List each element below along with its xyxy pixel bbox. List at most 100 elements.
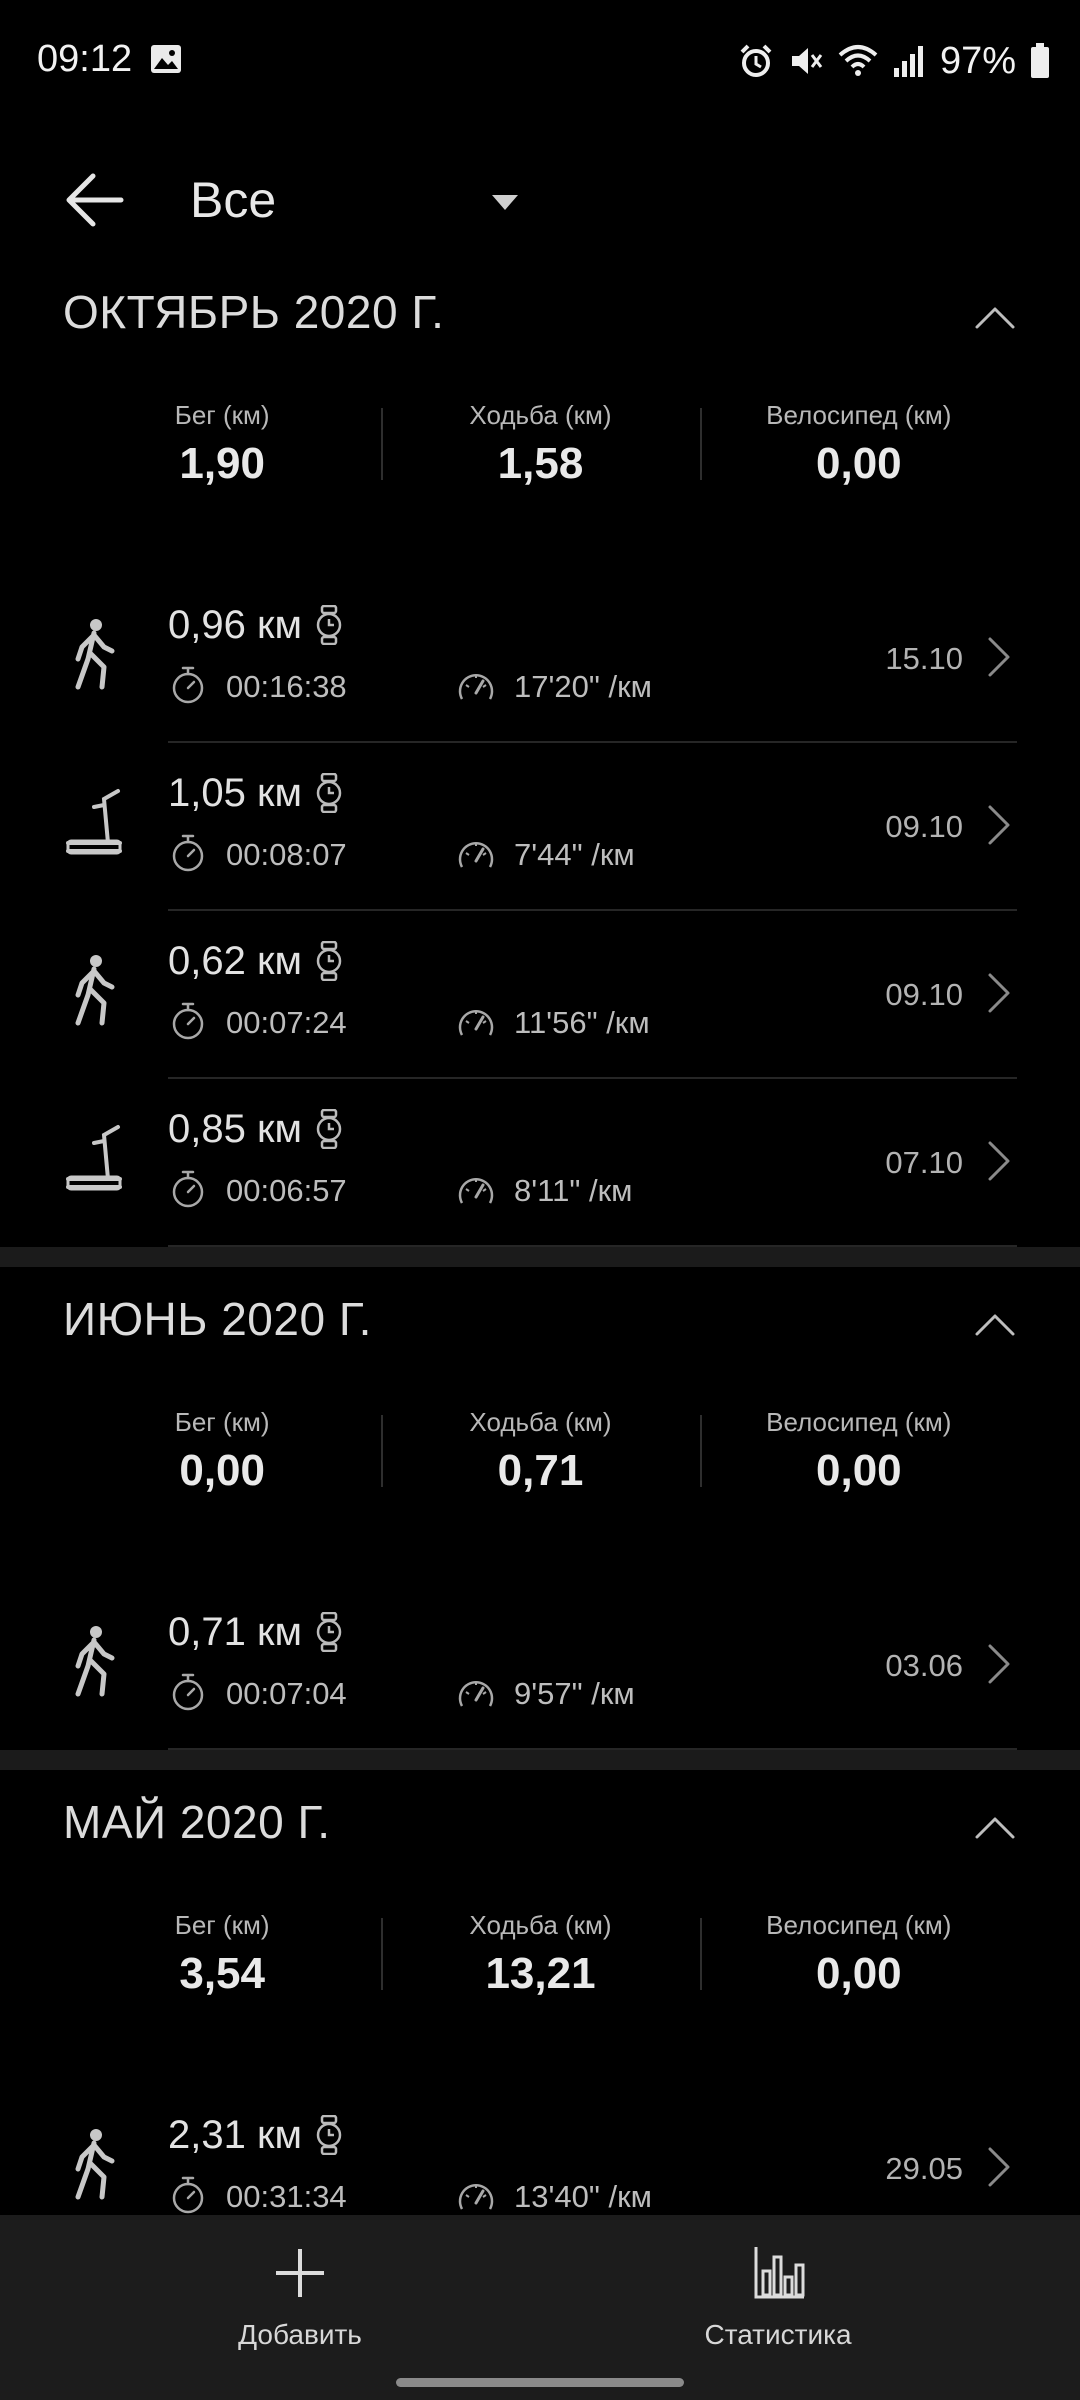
workout-date: 09.10 bbox=[885, 809, 963, 844]
summary-value: 1,90 bbox=[179, 439, 265, 488]
summary-value: 3,54 bbox=[179, 1949, 265, 1998]
workout-duration: 00:06:57 bbox=[226, 1173, 347, 1208]
workout-distance: 0,71 км bbox=[168, 1610, 302, 1654]
summary-label: Велосипед (км) bbox=[766, 1407, 952, 1437]
watch-icon bbox=[314, 940, 344, 982]
chevron-up-icon bbox=[973, 305, 1017, 336]
workout-row[interactable]: 0,62 км 00:07:24 11'56" /км 09.10 bbox=[0, 911, 1080, 1079]
summary-label: Ходьба (км) bbox=[469, 400, 612, 430]
collapse-button[interactable] bbox=[950, 1790, 1040, 1870]
workout-row[interactable]: 0,71 км 00:07:04 9'57" /км 03.06 bbox=[0, 1582, 1080, 1750]
workout-pace: 17'20" /км bbox=[514, 669, 652, 704]
summary-cell: Бег (км) 0,00 bbox=[63, 1407, 381, 1582]
stopwatch-icon bbox=[170, 1169, 206, 1209]
workout-row[interactable]: 1,05 км 00:08:07 7'44" /км 09.10 bbox=[0, 743, 1080, 911]
workout-date: 07.10 bbox=[885, 1145, 963, 1180]
walking-icon bbox=[64, 2127, 124, 2203]
summary-cell: Ходьба (км) 1,58 bbox=[381, 400, 699, 575]
statistics-button[interactable]: Статистика bbox=[508, 2215, 1048, 2365]
workout-duration: 00:08:07 bbox=[226, 837, 347, 872]
stopwatch-icon bbox=[170, 1001, 206, 1041]
watch-icon bbox=[314, 604, 344, 646]
summary-cell: Велосипед (км) 0,00 bbox=[699, 1407, 1018, 1582]
speedometer-icon bbox=[456, 835, 496, 873]
chevron-right-icon bbox=[984, 2145, 1014, 2189]
filter-value: Все bbox=[190, 172, 277, 228]
workout-date: 09.10 bbox=[885, 977, 963, 1012]
month-header: ИЮНЬ 2020 Г. bbox=[0, 1267, 1080, 1407]
stopwatch-icon bbox=[170, 2175, 206, 2215]
walking-icon bbox=[64, 617, 124, 693]
month-title: МАЙ 2020 Г. bbox=[63, 1796, 331, 1848]
workout-row[interactable]: 0,96 км 00:16:38 17'20" /км 15.10 bbox=[0, 575, 1080, 743]
back-button[interactable] bbox=[55, 160, 135, 240]
divider bbox=[168, 1245, 1017, 1247]
bar-chart-icon bbox=[754, 2247, 805, 2299]
status-bar: 09:12 97% bbox=[0, 0, 1080, 120]
summary-value: 1,58 bbox=[497, 439, 584, 488]
chevron-right-icon bbox=[984, 1139, 1014, 1183]
workout-distance: 0,85 км bbox=[168, 1107, 302, 1151]
stopwatch-icon bbox=[170, 1672, 206, 1712]
summary-value: 0,00 bbox=[816, 439, 902, 488]
battery-percent: 97% bbox=[939, 39, 1016, 82]
bottom-navigation: Добавить Статистика bbox=[0, 2215, 1080, 2400]
workout-pace: 11'56" /км bbox=[514, 1005, 650, 1040]
divider bbox=[168, 1748, 1017, 1750]
collapse-button[interactable] bbox=[950, 280, 1040, 360]
month-summary: Бег (км) 3,54 Ходьба (км) 13,21 Велосипед (к… bbox=[63, 1910, 1018, 2085]
watch-icon bbox=[314, 2114, 344, 2156]
summary-label: Бег (км) bbox=[174, 1910, 270, 1940]
summary-label: Бег (км) bbox=[174, 400, 270, 430]
summary-label: Велосипед (км) bbox=[766, 1910, 952, 1940]
status-time: 09:12 bbox=[37, 38, 133, 80]
summary-value: 0,00 bbox=[816, 1446, 902, 1495]
summary-cell: Ходьба (км) 0,71 bbox=[381, 1407, 699, 1582]
statistics-label: Статистика bbox=[704, 2319, 852, 2350]
chevron-right-icon bbox=[984, 1642, 1014, 1686]
speedometer-icon bbox=[456, 667, 496, 705]
month-summary: Бег (км) 0,00 Ходьба (км) 0,71 Велосипед (км… bbox=[63, 1407, 1018, 1582]
workout-distance: 0,62 км bbox=[168, 939, 302, 983]
stopwatch-icon bbox=[170, 665, 206, 705]
battery-icon bbox=[1031, 43, 1049, 78]
mute-icon bbox=[791, 48, 823, 74]
summary-cell: Бег (км) 1,90 bbox=[63, 400, 381, 575]
workout-row[interactable]: 0,85 км 00:06:57 8'11" /км 07.10 bbox=[0, 1079, 1080, 1247]
home-indicator[interactable] bbox=[396, 2378, 684, 2387]
speedometer-icon bbox=[456, 1674, 496, 1712]
workout-pace: 13'40" /км bbox=[514, 2179, 652, 2214]
plus-icon bbox=[276, 2249, 324, 2297]
workout-pace: 7'44" /км bbox=[514, 837, 635, 872]
filter-dropdown[interactable]: Все bbox=[190, 160, 540, 240]
watch-icon bbox=[314, 772, 344, 814]
add-button[interactable]: Добавить bbox=[30, 2215, 570, 2365]
workout-pace: 9'57" /км bbox=[514, 1676, 635, 1711]
wifi-icon bbox=[838, 45, 878, 76]
summary-label: Велосипед (км) bbox=[766, 400, 952, 430]
signal-icon bbox=[893, 46, 923, 77]
summary-value: 0,71 bbox=[497, 1446, 584, 1495]
speedometer-icon bbox=[456, 1171, 496, 1209]
month-section: ОКТЯБРЬ 2020 Г. Бег (км) 1,90 Ходьба (км) 1,… bbox=[0, 260, 1080, 1247]
section-separator bbox=[0, 1750, 1080, 1770]
summary-label: Ходьба (км) bbox=[469, 1910, 612, 1940]
watch-icon bbox=[314, 1611, 344, 1653]
chevron-up-icon bbox=[973, 1312, 1017, 1343]
summary-cell: Бег (км) 3,54 bbox=[63, 1910, 381, 2085]
summary-cell: Велосипед (км) 0,00 bbox=[699, 400, 1018, 575]
workout-row[interactable]: 2,31 км 00:31:34 13'40" /км 29.05 bbox=[0, 2085, 1080, 2215]
status-icons: 97% bbox=[738, 36, 1050, 86]
workout-date: 15.10 bbox=[885, 641, 963, 676]
summary-cell: Велосипед (км) 0,00 bbox=[699, 1910, 1018, 2085]
workout-pace: 8'11" /км bbox=[514, 1173, 633, 1208]
summary-label: Бег (км) bbox=[174, 1407, 270, 1437]
month-header: МАЙ 2020 Г. bbox=[0, 1770, 1080, 1910]
collapse-button[interactable] bbox=[950, 1287, 1040, 1367]
chevron-right-icon bbox=[984, 803, 1014, 847]
month-header: ОКТЯБРЬ 2020 Г. bbox=[0, 260, 1080, 400]
workout-history-list: ОКТЯБРЬ 2020 Г. Бег (км) 1,90 Ходьба (км) 1,… bbox=[0, 260, 1080, 2215]
walking-icon bbox=[64, 1624, 124, 1700]
workout-duration: 00:07:24 bbox=[226, 1005, 347, 1040]
speedometer-icon bbox=[456, 1003, 496, 1041]
